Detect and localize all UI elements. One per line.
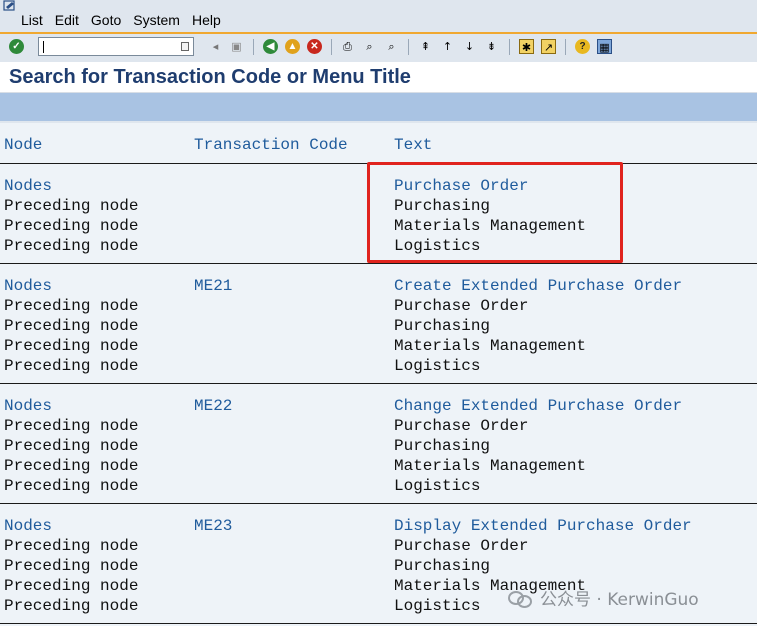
- menu-items: List Edit Goto System Help: [21, 12, 233, 28]
- command-field[interactable]: [38, 37, 194, 56]
- menu-item-edit[interactable]: Edit: [55, 12, 79, 28]
- row-node[interactable]: Nodes: [4, 396, 52, 416]
- row-text[interactable]: Create Extended Purchase Order: [394, 276, 682, 296]
- row-node: Preceding node: [4, 237, 139, 255]
- column-header-node: Node: [4, 136, 43, 154]
- column-header-text: Text: [394, 136, 433, 154]
- row-text[interactable]: Change Extended Purchase Order: [394, 396, 682, 416]
- menu-item-list[interactable]: List: [21, 12, 43, 28]
- row-node: Preceding node: [4, 217, 139, 235]
- row-tcode[interactable]: ME22: [194, 396, 232, 416]
- group-divider: [0, 263, 757, 264]
- last-page-icon[interactable]: ⇟: [484, 39, 499, 54]
- command-field-caret: [43, 41, 44, 53]
- row-node: Preceding node: [4, 577, 139, 595]
- row-text: Purchasing: [394, 557, 491, 575]
- find-icon[interactable]: ⌕: [362, 39, 377, 54]
- row-text: Materials Management: [394, 337, 587, 355]
- wechat-logo-icon: [508, 589, 532, 608]
- print-icon[interactable]: ⎙: [340, 39, 355, 54]
- next-page-icon[interactable]: ↓: [462, 39, 477, 54]
- row-text: Purchase Order: [394, 297, 529, 315]
- layout-menu-icon[interactable]: ▦: [597, 39, 612, 54]
- toolbar-separator: [509, 39, 510, 55]
- row-node: Preceding node: [4, 337, 139, 355]
- row-node: Preceding node: [4, 537, 139, 555]
- row-node[interactable]: Nodes: [4, 516, 52, 536]
- toolbar-separator: [408, 39, 409, 55]
- row-text: Logistics: [394, 357, 481, 375]
- row-node: Preceding node: [4, 457, 139, 475]
- application-toolbar: [0, 93, 757, 121]
- row-node: Preceding node: [4, 197, 139, 215]
- row-node: Preceding node: [4, 317, 139, 335]
- group-divider: [0, 503, 757, 504]
- row-node: Preceding node: [4, 357, 139, 375]
- save-icon[interactable]: ▣: [229, 39, 244, 54]
- exit-icon[interactable]: ▲: [285, 39, 300, 54]
- previous-page-icon[interactable]: ↑: [440, 39, 455, 54]
- group-divider: [0, 383, 757, 384]
- group-divider: [0, 623, 757, 624]
- shortcut-icon[interactable]: ↗: [541, 39, 556, 54]
- row-text: Purchasing: [394, 437, 491, 455]
- row-text: Purchase Order: [394, 537, 529, 555]
- menu-item-system[interactable]: System: [133, 12, 180, 28]
- create-session-icon[interactable]: ✱: [519, 39, 534, 54]
- back-icon[interactable]: ◀: [263, 39, 278, 54]
- row-node: Preceding node: [4, 437, 139, 455]
- find-next-icon[interactable]: ⌕: [384, 39, 399, 54]
- annotation-highlight-box: [367, 162, 623, 263]
- toolbar-separator: [565, 39, 566, 55]
- row-node: Preceding node: [4, 597, 139, 615]
- row-node: Preceding node: [4, 557, 139, 575]
- toolbar-separator: [331, 39, 332, 55]
- row-node: Preceding node: [4, 477, 139, 495]
- standard-toolbar: ✓ ◂ ▣ ◀ ▲ ✕ ⎙ ⌕ ⌕ ⇞ ↑ ↓ ⇟ ✱ ↗ ? ▦: [0, 32, 757, 58]
- row-text: Purchase Order: [394, 417, 529, 435]
- watermark-text: 公众号 · KerwinGuo: [540, 590, 699, 610]
- row-node[interactable]: Nodes: [4, 276, 52, 296]
- command-history-dropdown-icon[interactable]: [181, 42, 189, 51]
- row-node: Preceding node: [4, 417, 139, 435]
- row-text: Logistics: [394, 597, 481, 615]
- cancel-icon[interactable]: ✕: [307, 39, 322, 54]
- row-node[interactable]: Nodes: [4, 176, 52, 196]
- collapse-arrow-icon[interactable]: ◂: [208, 39, 223, 54]
- title-bar: Search for Transaction Code or Menu Titl…: [0, 62, 757, 93]
- enter-icon[interactable]: ✓: [9, 39, 24, 54]
- row-text: Logistics: [394, 477, 481, 495]
- toolbar-separator: [253, 39, 254, 55]
- row-text: Materials Management: [394, 457, 587, 475]
- row-tcode[interactable]: ME23: [194, 516, 232, 536]
- menu-item-goto[interactable]: Goto: [91, 12, 121, 28]
- system-menu-icon[interactable]: [3, 0, 17, 12]
- row-tcode[interactable]: ME21: [194, 276, 232, 296]
- row-text[interactable]: Display Extended Purchase Order: [394, 516, 692, 536]
- first-page-icon[interactable]: ⇞: [418, 39, 433, 54]
- watermark: 公众号 · KerwinGuo: [508, 585, 699, 610]
- column-header-transaction-code: Transaction Code: [194, 136, 348, 154]
- row-text: Purchasing: [394, 317, 491, 335]
- help-icon[interactable]: ?: [575, 39, 590, 54]
- row-node: Preceding node: [4, 297, 139, 315]
- page-title: Search for Transaction Code or Menu Titl…: [9, 66, 411, 88]
- menu-item-help[interactable]: Help: [192, 12, 221, 28]
- menu-bar: List Edit Goto System Help: [0, 0, 757, 32]
